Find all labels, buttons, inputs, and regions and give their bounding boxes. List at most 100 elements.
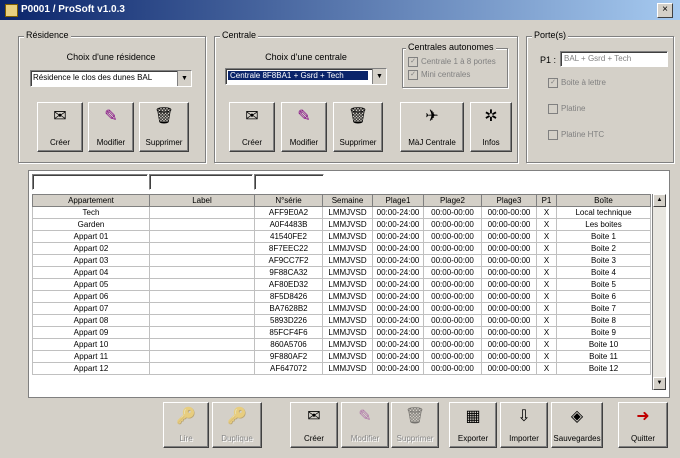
centrale-combo[interactable]: Centrale 8F8BA1 + Gsrd + Tech ▼ [225, 68, 387, 85]
residence-create-button[interactable]: ✉ Créer [37, 102, 83, 152]
bottom-delete-button[interactable]: 🗑 Supprimer [391, 402, 439, 448]
filter-field-2[interactable] [149, 174, 253, 190]
table-cell: 00:00-00:00 [423, 266, 482, 279]
table-row[interactable]: Appart 07 BA7628B2 LMMJVSD 00:00-24:00 00:00… [32, 302, 651, 315]
table-row[interactable]: Appart 05 AF80ED32 LMMJVSD 00:00-24:00 00:00… [32, 278, 651, 291]
centrale-delete-button[interactable]: 🗑 Supprimer [333, 102, 383, 152]
table-row[interactable]: Appart 10 860A5706 LMMJVSD 00:00-24:00 00:00… [32, 338, 651, 351]
table-cell: 00:00-00:00 [481, 290, 537, 303]
info-button[interactable]: ✲ Infos [470, 102, 512, 152]
filter-field-3[interactable] [254, 174, 324, 190]
table-cell [149, 326, 255, 339]
table-cell: 00:00-00:00 [481, 278, 537, 291]
table-scrollbar[interactable]: ▲ ▼ [652, 194, 666, 390]
read-button[interactable]: 🔑 Lire [163, 402, 209, 448]
trash-icon: 🗑 [404, 408, 426, 425]
column-header[interactable]: Label [149, 194, 255, 207]
table-cell: 00:00-00:00 [481, 230, 537, 243]
centrale-choice-label: Choix d'une centrale [265, 52, 347, 62]
export-icon: ▦ [465, 408, 481, 425]
table-row[interactable]: Appart 01 41540FE2 LMMJVSD 00:00-24:00 00:00… [32, 230, 651, 243]
table-row[interactable]: Appart 12 AF647072 LMMJVSD 00:00-24:00 00:00… [32, 362, 651, 375]
checkbox[interactable]: ✓ [548, 78, 558, 88]
scroll-down-arrow-icon[interactable]: ▼ [653, 377, 666, 390]
porte-option-platine-htc[interactable]: Platine HTC [548, 130, 604, 140]
table-row[interactable]: Appart 03 AF9CC7F2 LMMJVSD 00:00-24:00 00:00… [32, 254, 651, 267]
table-cell: LMMJVSD [322, 338, 373, 351]
export-button[interactable]: ▦ Exporter [449, 402, 497, 448]
residence-combo-value: Résidence le clos des dunes BAL [33, 73, 153, 82]
porte-option-mailbox[interactable]: ✓ Boite à lettre [548, 78, 606, 88]
table-row[interactable]: Appart 04 9F88CA32 LMMJVSD 00:00-24:00 00:00… [32, 266, 651, 279]
residence-combo[interactable]: Résidence le clos des dunes BAL ▼ [30, 70, 192, 87]
duplicate-button[interactable]: 🔑 Duplique [212, 402, 262, 448]
table-cell: Boite 4 [556, 266, 651, 279]
table-cell: 00:00-00:00 [423, 314, 482, 327]
table-cell: LMMJVSD [322, 266, 373, 279]
table-row[interactable]: Appart 09 85FCF4F6 LMMJVSD 00:00-24:00 00:00… [32, 326, 651, 339]
table-cell: Boite 7 [556, 302, 651, 315]
column-header[interactable]: Plage2 [423, 194, 482, 207]
autonomous-option-1[interactable]: ✓ Centrale 1 à 8 portes [408, 57, 496, 67]
table-row[interactable]: Garden A0F4483B LMMJVSD 00:00-24:00 00:00-00… [32, 218, 651, 231]
bottom-create-button[interactable]: ✉ Créer [290, 402, 338, 448]
table-cell: AF9CC7F2 [254, 254, 323, 267]
table-row[interactable]: Appart 06 8F5D8426 LMMJVSD 00:00-24:00 00:00… [32, 290, 651, 303]
table-cell: X [536, 362, 557, 375]
quit-button[interactable]: ➜ Quitter [618, 402, 668, 448]
update-centrale-button[interactable]: ✈ MàJ Centrale [400, 102, 464, 152]
table-cell: Appart 05 [32, 278, 150, 291]
table-cell [149, 278, 255, 291]
table-cell: LMMJVSD [322, 242, 373, 255]
checkbox[interactable]: ✓ [408, 57, 418, 67]
table-cell: X [536, 206, 557, 219]
column-header[interactable]: Semaine [322, 194, 373, 207]
table-row[interactable]: Appart 02 8F7EEC22 LMMJVSD 00:00-24:00 00:00… [32, 242, 651, 255]
table-cell: Appart 12 [32, 362, 150, 375]
create-icon: ✉ [245, 108, 259, 125]
table-cell: 00:00-00:00 [481, 206, 537, 219]
table-cell: Boite 6 [556, 290, 651, 303]
centrale-create-button[interactable]: ✉ Créer [229, 102, 275, 152]
centrale-modify-button[interactable]: ✎ Modifier [281, 102, 327, 152]
column-header[interactable]: N°série [254, 194, 323, 207]
residence-delete-button[interactable]: 🗑 Supprimer [139, 102, 189, 152]
residence-modify-button[interactable]: ✎ Modifier [88, 102, 134, 152]
key-read-icon: 🔑 [176, 408, 196, 425]
scroll-up-arrow-icon[interactable]: ▲ [653, 194, 666, 207]
table-cell: 8F5D8426 [254, 290, 323, 303]
column-header[interactable]: Appartement [32, 194, 150, 207]
column-header[interactable]: Plage1 [372, 194, 424, 207]
table-row[interactable]: Appart 11 9F880AF2 LMMJVSD 00:00-24:00 00:00… [32, 350, 651, 363]
filter-field-1[interactable] [32, 174, 148, 190]
import-button[interactable]: ⇩ Importer [500, 402, 548, 448]
chevron-down-icon[interactable]: ▼ [177, 71, 191, 86]
checkbox[interactable] [548, 130, 558, 140]
porte-option-platine[interactable]: Platine [548, 104, 585, 114]
close-button[interactable]: × [657, 3, 673, 18]
save-button[interactable]: ◈ Sauvegardes [551, 402, 603, 448]
table-cell [149, 242, 255, 255]
bottom-modify-button[interactable]: ✎ Modifier [341, 402, 389, 448]
table-row[interactable]: Tech AFF9E0A2 LMMJVSD 00:00-24:00 00:00-00:0… [32, 206, 651, 219]
table-cell [149, 314, 255, 327]
table-cell: 00:00-24:00 [372, 302, 424, 315]
table-cell [149, 290, 255, 303]
column-header[interactable]: Boîte [556, 194, 651, 207]
table-cell: LMMJVSD [322, 326, 373, 339]
chevron-down-icon[interactable]: ▼ [372, 69, 386, 84]
table-cell: 00:00-00:00 [423, 362, 482, 375]
main-window: P0001 / ProSoft v1.0.3 × Résidence Choix… [0, 0, 680, 458]
save-icon: ◈ [570, 408, 584, 425]
table-row[interactable]: Appart 08 5893D226 LMMJVSD 00:00-24:00 00:00… [32, 314, 651, 327]
centrale-group-label: Centrale [220, 30, 259, 40]
table-cell: 00:00-24:00 [372, 278, 424, 291]
checkbox[interactable]: ✓ [408, 70, 418, 80]
table-cell: Tech [32, 206, 150, 219]
checkbox[interactable] [548, 104, 558, 114]
column-header[interactable]: P1 [536, 194, 557, 207]
p1-field[interactable]: BAL + Gsrd + Tech [560, 51, 668, 67]
column-header[interactable]: Plage3 [481, 194, 537, 207]
table-cell: 00:00-00:00 [423, 338, 482, 351]
autonomous-option-2[interactable]: ✓ Mini centrales [408, 70, 470, 80]
